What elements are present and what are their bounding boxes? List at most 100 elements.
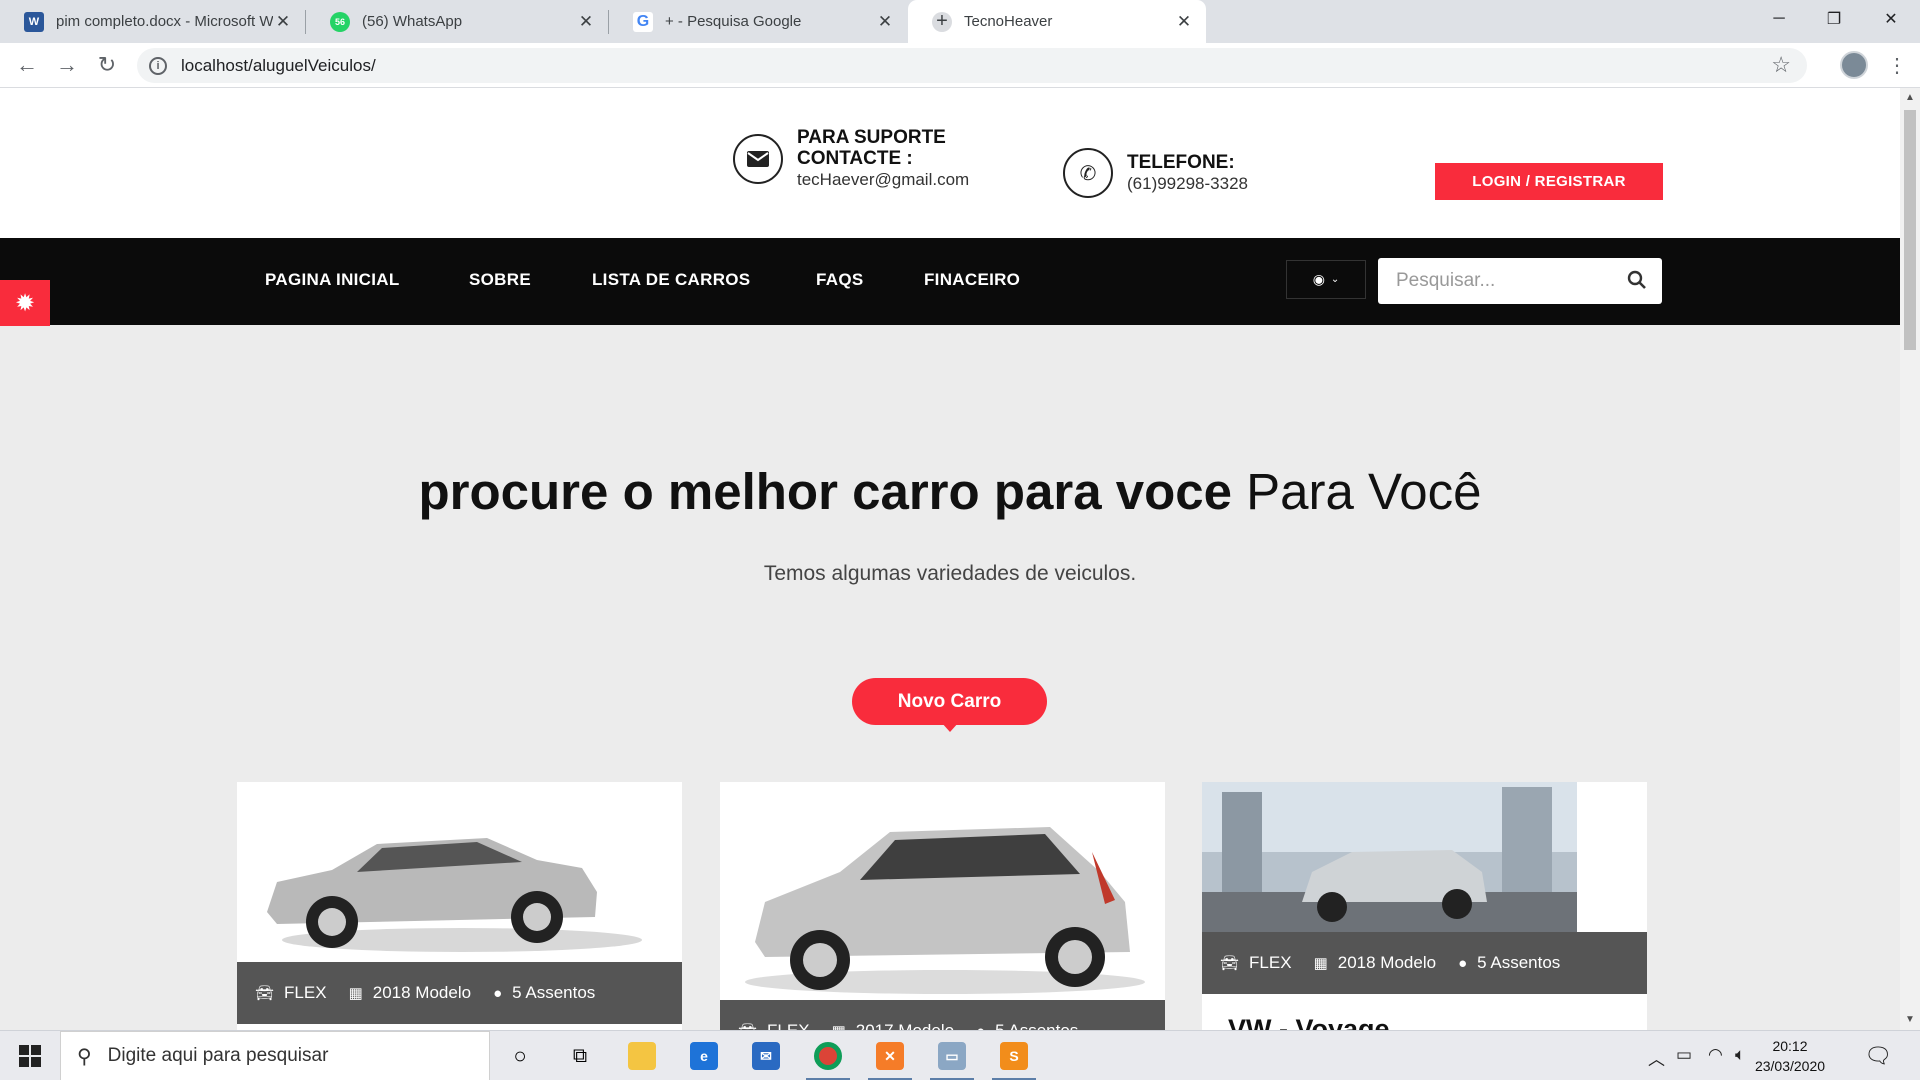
scroll-thumb[interactable]	[1904, 110, 1916, 350]
battery-icon[interactable]: ▭	[1676, 1045, 1692, 1065]
tab-whatsapp[interactable]: 56 (56) WhatsApp ✕	[306, 0, 608, 43]
close-window-button[interactable]: ✕	[1862, 0, 1920, 38]
phone-number: (61)99298-3328	[1127, 174, 1248, 193]
notifications-icon[interactable]: 🗨︎	[1864, 1043, 1892, 1069]
minimize-button[interactable]: ─	[1750, 0, 1808, 38]
browser-toolbar: ← → ↻ i localhost/aluguelVeiculos/ ☆ ⋮	[0, 43, 1920, 88]
tray-chevron-up-icon[interactable]: ︿	[1648, 1045, 1665, 1070]
whatsapp-icon: 56	[330, 11, 350, 32]
site-info-icon[interactable]: i	[149, 56, 167, 75]
user-icon: ●	[493, 984, 503, 1002]
car-icon: 🚘︎	[1220, 955, 1240, 972]
fuel-spec: 🚘︎ FLEX	[1220, 953, 1292, 973]
calendar-icon: ▦	[348, 985, 363, 1002]
nav-item-pagina-inicial[interactable]: PAGINA INICIAL	[265, 270, 400, 290]
nav-item-faqs[interactable]: FAQS	[816, 270, 864, 290]
task-view-button[interactable]: ⧉	[552, 1031, 608, 1080]
hero-title-bold: procure o melhor carro para voce	[418, 463, 1232, 520]
windows-taskbar: ⚲ Digite aqui para pesquisar ○ ⧉ e ✉ ✕ ▭…	[0, 1030, 1920, 1080]
forward-icon[interactable]: →	[50, 48, 84, 82]
restore-button[interactable]: ❐	[1805, 0, 1863, 38]
taskbar-search-placeholder: Digite aqui para pesquisar	[107, 1045, 329, 1066]
cortana-button[interactable]: ○	[492, 1031, 548, 1080]
system-clock[interactable]: 20:12 23/03/2020	[1745, 1036, 1835, 1076]
calendar-icon: ▦	[832, 1022, 846, 1030]
clock-date: 23/03/2020	[1754, 1058, 1826, 1074]
back-icon[interactable]: ←	[10, 48, 44, 82]
scroll-up-icon[interactable]: ▲	[1904, 92, 1916, 104]
edge-icon: e	[690, 1042, 718, 1070]
sublime-text-icon: S	[1000, 1042, 1028, 1070]
user-circle-icon: ◉	[1312, 271, 1325, 287]
word-icon: W	[24, 11, 44, 32]
settings-gear-button[interactable]: ✹	[0, 280, 50, 326]
tab-title: + - Pesquisa Google	[665, 13, 802, 30]
nav-item-financeiro[interactable]: FINACEIRO	[924, 270, 1020, 290]
car-name[interactable]: VW - Voyage	[1228, 1014, 1390, 1030]
login-register-button[interactable]: LOGIN / REGISTRAR	[1435, 163, 1663, 200]
phone-title: TELEFONE:	[1127, 152, 1235, 173]
model-label: 2017 Modelo	[856, 1021, 954, 1030]
new-tab-plus-icon: +	[932, 10, 952, 32]
tab-word-document[interactable]: W pim completo.docx - Microsoft W ✕	[0, 0, 305, 43]
envelope-icon	[733, 133, 783, 184]
nav-item-lista-de-carros[interactable]: LISTA DE CARROS	[592, 270, 750, 290]
model-spec: ▦ 2018 Modelo	[1314, 953, 1437, 973]
close-icon[interactable]: ✕	[576, 12, 596, 32]
google-icon: G	[633, 11, 653, 32]
address-bar[interactable]: i localhost/aluguelVeiculos/ ☆	[137, 48, 1807, 83]
start-button[interactable]	[0, 1031, 60, 1080]
page-scrollbar[interactable]: ▲ ▼	[1900, 88, 1920, 1030]
volume-icon[interactable]: 🔈︎	[1735, 1045, 1745, 1065]
tab-google-search[interactable]: G + - Pesquisa Google ✕	[609, 0, 907, 43]
model-spec: ▦ 2017 Modelo	[832, 1021, 955, 1030]
browser-tab-strip: W pim completo.docx - Microsoft W ✕ 56 (…	[0, 0, 1920, 43]
car-card[interactable]: 🚘︎ FLEX ▦ 2018 Modelo ● 5 Assentos VW - Voy…	[1202, 782, 1647, 1030]
user-dropdown[interactable]: ◉ ⌄	[1286, 260, 1366, 299]
edge-button[interactable]: e	[676, 1031, 732, 1080]
car-image	[1202, 782, 1647, 932]
tab-title: pim completo.docx - Microsoft W	[56, 13, 273, 30]
fuel-label: FLEX	[284, 983, 327, 1002]
nav-item-sobre[interactable]: SOBRE	[469, 270, 531, 290]
fuel-label: FLEX	[767, 1021, 810, 1030]
car-card[interactable]: 🚘︎ FLEX ▦ 2018 Modelo ● 5 Assentos	[237, 782, 682, 1030]
menu-kebab-icon[interactable]: ⋮	[1887, 53, 1907, 78]
image-viewer-icon: ▭	[938, 1042, 966, 1070]
user-icon: ●	[976, 1023, 985, 1031]
chrome-icon	[814, 1042, 842, 1070]
close-icon[interactable]: ✕	[1174, 12, 1194, 32]
phone-icon: ✆	[1063, 148, 1113, 198]
taskbar-search[interactable]: ⚲ Digite aqui para pesquisar	[60, 1031, 490, 1080]
bookmark-star-icon[interactable]: ☆	[1771, 52, 1791, 78]
url-text[interactable]: localhost/aluguelVeiculos/	[181, 56, 376, 76]
support-title: PARA SUPORTE CONTACTE :	[797, 127, 946, 169]
car-card[interactable]: 🚘︎ FLEX ▦ 2017 Modelo ● 5 Assentos	[720, 782, 1165, 1030]
model-label: 2018 Modelo	[1337, 953, 1437, 972]
cortana-icon: ○	[513, 1043, 527, 1068]
scroll-down-icon[interactable]: ▼	[1904, 1014, 1916, 1026]
xampp-button[interactable]: ✕	[862, 1031, 918, 1080]
chrome-button[interactable]	[800, 1031, 856, 1080]
phone-contact: ✆ TELEFONE: (61)99298-3328	[1063, 148, 1248, 198]
sublime-button[interactable]: S	[986, 1031, 1042, 1080]
mail-button[interactable]: ✉	[738, 1031, 794, 1080]
photos-button[interactable]: ▭	[924, 1031, 980, 1080]
tab-title: (56) WhatsApp	[362, 13, 463, 30]
car-specs: 🚘︎ FLEX ▦ 2017 Modelo ● 5 Assentos	[720, 1000, 1165, 1030]
hero-subtitle: Temos algumas variedades de veiculos.	[763, 562, 1137, 585]
search-input[interactable]	[1396, 270, 1616, 292]
seats-label: 5 Assentos	[512, 983, 596, 1002]
model-spec: ▦ 2018 Modelo	[349, 983, 472, 1003]
tab-tecnoheaver[interactable]: + TecnoHeaver ✕	[908, 0, 1206, 43]
wifi-icon[interactable]: ◠	[1708, 1045, 1723, 1065]
reload-icon[interactable]: ↻	[90, 48, 124, 82]
gear-icon: ✹	[14, 289, 36, 317]
file-explorer-button[interactable]	[614, 1031, 670, 1080]
profile-avatar[interactable]	[1840, 51, 1868, 79]
main-nav: PAGINA INICIAL SOBRE LISTA DE CARROS FAQ…	[0, 238, 1900, 325]
close-icon[interactable]: ✕	[875, 12, 895, 32]
seats-spec: ● 5 Assentos	[1458, 953, 1560, 973]
close-icon[interactable]: ✕	[273, 12, 293, 32]
search-icon[interactable]	[1626, 269, 1648, 291]
